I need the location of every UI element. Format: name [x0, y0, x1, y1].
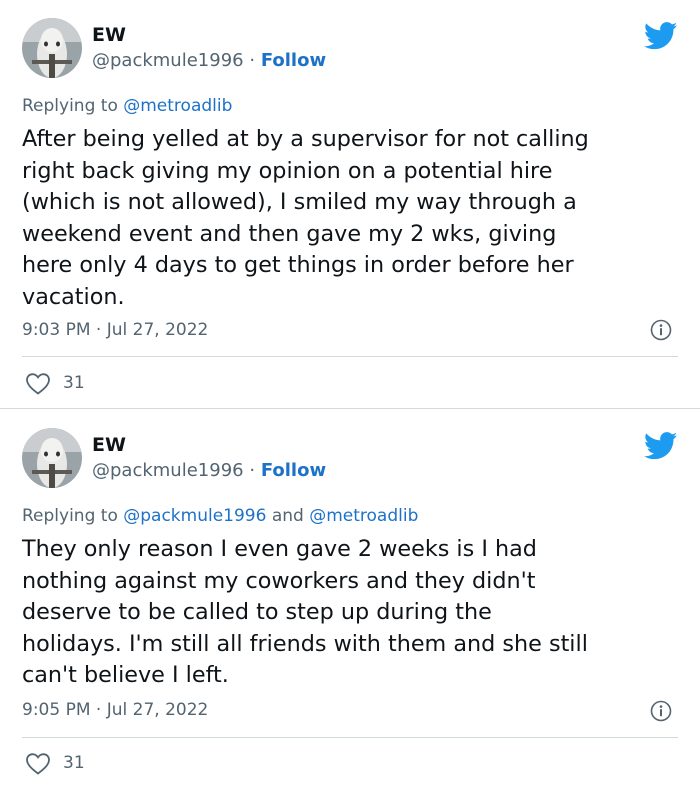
tweet-body: After being yelled at by a supervisor fo…	[22, 124, 682, 313]
mention-link[interactable]: @metroadlib	[123, 96, 232, 116]
author-handle[interactable]: @packmule1996	[92, 50, 244, 71]
replying-to-line: Replying to @metroadlib	[22, 96, 232, 116]
info-icon[interactable]	[650, 319, 672, 341]
tweet-timestamp[interactable]: 9:03 PM · Jul 27, 2022	[22, 320, 208, 340]
tweet-body-line: deserve to be called to step up during t…	[22, 599, 492, 625]
avatar[interactable]	[22, 428, 82, 488]
author-name[interactable]: EW	[92, 434, 126, 456]
twitter-bird-icon[interactable]	[643, 432, 678, 460]
like-count: 31	[63, 753, 85, 773]
mention-link[interactable]: @packmule1996	[123, 506, 266, 526]
info-icon[interactable]	[650, 700, 672, 722]
replying-to-join: and	[271, 506, 304, 526]
mention-link[interactable]: @metroadlib	[309, 506, 418, 526]
avatar[interactable]	[22, 18, 82, 78]
twitter-bird-icon[interactable]	[643, 22, 678, 50]
tweet-body-line: (which is not allowed), I smiled my way …	[22, 189, 577, 215]
tweet-body-line: right back giving my opinion on a potent…	[22, 157, 553, 184]
handle-line: @packmule1996 · Follow	[92, 460, 326, 481]
divider	[22, 356, 678, 357]
author-handle[interactable]: @packmule1996	[92, 460, 244, 481]
tweet-body-line: holidays. I'm still all friends with the…	[22, 630, 588, 657]
replying-to-line: Replying to @packmule1996 and @metroadli…	[22, 506, 418, 526]
divider	[22, 737, 678, 738]
like-count: 31	[63, 373, 85, 393]
tweet-body-line: can't believe I left.	[22, 662, 229, 688]
tweet-card[interactable]: EW @packmule1996 · Follow Replying to @m…	[0, 0, 700, 409]
tweet-body-line: nothing against my coworkers and they di…	[22, 567, 536, 594]
follow-button[interactable]: Follow	[261, 50, 326, 71]
tweet-body-line: here only 4 days to get things in order …	[22, 252, 574, 278]
tweet-body: They only reason I even gave 2 weeks is …	[22, 534, 682, 692]
handle-line: @packmule1996 · Follow	[92, 50, 326, 71]
heart-icon[interactable]	[25, 752, 51, 776]
tweet-body-line: vacation.	[22, 283, 125, 310]
separator-dot: ·	[249, 460, 256, 481]
replying-to-label: Replying to	[22, 96, 118, 116]
follow-button[interactable]: Follow	[261, 460, 326, 481]
heart-icon[interactable]	[25, 372, 51, 396]
tweet-body-line: weekend event and then gave my 2 wks, gi…	[22, 220, 557, 247]
author-name[interactable]: EW	[92, 24, 126, 46]
replying-to-label: Replying to	[22, 506, 118, 526]
separator-dot: ·	[249, 50, 256, 71]
tweet-timestamp[interactable]: 9:05 PM · Jul 27, 2022	[22, 700, 208, 720]
tweet-body-line: They only reason I even gave 2 weeks is …	[22, 536, 537, 562]
tweet-body-line: After being yelled at by a supervisor fo…	[22, 126, 589, 152]
tweet-card[interactable]: EW @packmule1996 · Follow Replying to @p…	[0, 410, 700, 790]
